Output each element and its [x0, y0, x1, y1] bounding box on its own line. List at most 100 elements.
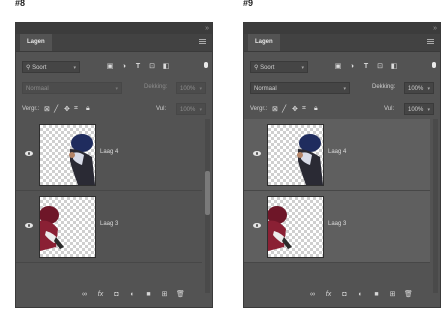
lock-artboard-icon[interactable]: ⌗: [302, 105, 306, 113]
lock-all-icon[interactable]: 🔒︎: [86, 105, 90, 113]
layers-scrollbar[interactable]: [433, 119, 438, 293]
pixel-filter-icon[interactable]: ▣: [106, 63, 114, 71]
panel-footer: ∞ fx ◘ ◐ ■ ⊞ 🗑︎: [16, 289, 212, 301]
layers-scrollbar[interactable]: [205, 119, 210, 293]
visibility-eye-icon[interactable]: [253, 223, 261, 228]
chevron-down-icon: ▾: [427, 107, 430, 113]
tab-layers[interactable]: Lagen: [20, 34, 52, 51]
tab-bar: Lagen: [244, 34, 440, 52]
link-layers-icon[interactable]: ∞: [307, 289, 318, 301]
football-player-graphic: [69, 134, 95, 185]
lock-label: Vergr.:: [250, 106, 268, 112]
layer-row[interactable]: Laag 3: [16, 191, 202, 263]
step-label: #9: [243, 0, 254, 8]
smart-object-filter-icon[interactable]: ◧: [390, 63, 398, 71]
lock-pixels-icon[interactable]: ╱: [54, 105, 58, 113]
opacity-label: Dekking:: [144, 84, 168, 90]
fill-value: 100%: [180, 107, 196, 113]
layer-name[interactable]: Laag 4: [100, 149, 118, 155]
lock-position-icon[interactable]: ✥: [292, 105, 298, 113]
fill-value: 100%: [408, 107, 424, 113]
filter-kind-label: Soort: [32, 65, 47, 71]
fill-field[interactable]: 100% ▾: [404, 103, 434, 115]
lock-transparency-icon[interactable]: ⊠: [272, 105, 278, 113]
filter-toggle[interactable]: [432, 62, 436, 68]
type-filter-icon[interactable]: T: [134, 63, 142, 71]
new-layer-icon[interactable]: ⊞: [387, 289, 398, 301]
layer-row[interactable]: Laag 3: [244, 191, 430, 263]
visibility-eye-icon[interactable]: [25, 223, 33, 228]
collapse-icon[interactable]: »: [433, 25, 437, 32]
new-adjustment-layer-icon[interactable]: ◐: [355, 289, 366, 301]
panel-menu-icon[interactable]: [427, 39, 434, 45]
chevron-down-icon: ▾: [199, 107, 202, 113]
fill-field[interactable]: 100% ▾: [176, 103, 206, 115]
filter-row: ⚲ Soort ▾ ▣ ◑ T ⊡ ◧: [244, 59, 440, 75]
layer-style-icon[interactable]: fx: [323, 289, 334, 301]
football-player-graphic: [297, 134, 323, 185]
lock-position-icon[interactable]: ✥: [64, 105, 70, 113]
new-adjustment-layer-icon[interactable]: ◐: [127, 289, 138, 301]
opacity-value: 100%: [180, 86, 196, 92]
filter-kind-dropdown[interactable]: ⚲ Soort ▾: [250, 61, 308, 73]
collapse-icon[interactable]: »: [205, 25, 209, 32]
opacity-value: 100%: [408, 86, 424, 92]
layer-name[interactable]: Laag 3: [100, 221, 118, 227]
adjustment-filter-icon[interactable]: ◑: [348, 63, 356, 71]
layer-style-icon[interactable]: fx: [95, 289, 106, 301]
adjustment-filter-icon[interactable]: ◑: [120, 63, 128, 71]
layer-row[interactable]: Laag 4: [16, 119, 202, 191]
new-layer-icon[interactable]: ⊞: [159, 289, 170, 301]
new-group-icon[interactable]: ■: [143, 289, 154, 301]
visibility-eye-icon[interactable]: [25, 151, 33, 156]
chevron-down-icon: ▾: [301, 65, 304, 71]
filter-toggle[interactable]: [204, 62, 208, 68]
pixel-filter-icon[interactable]: ▣: [334, 63, 342, 71]
link-layers-icon[interactable]: ∞: [79, 289, 90, 301]
tab-layers[interactable]: Lagen: [248, 34, 280, 51]
lock-artboard-icon[interactable]: ⌗: [74, 105, 78, 113]
new-group-icon[interactable]: ■: [371, 289, 382, 301]
layer-thumbnail: [39, 124, 96, 186]
chevron-down-icon: ▾: [427, 86, 430, 92]
filter-kind-dropdown[interactable]: ⚲ Soort ▾: [22, 61, 80, 73]
blend-mode-dropdown[interactable]: Normaal ▾: [22, 82, 122, 94]
lock-row: Vergr.: ⊠ ╱ ✥ ⌗ 🔒︎ Vul: 100% ▾: [16, 102, 212, 116]
blend-row: Normaal ▾ Dekking: 100% ▾: [16, 80, 212, 96]
layer-thumbnail: [267, 196, 324, 258]
panel-titlebar[interactable]: »: [16, 23, 212, 34]
opacity-field[interactable]: 100% ▾: [404, 82, 434, 94]
scrollbar-thumb[interactable]: [205, 171, 210, 215]
type-filter-icon[interactable]: T: [362, 63, 370, 71]
layer-thumbnail: [39, 196, 96, 258]
lock-pixels-icon[interactable]: ╱: [282, 105, 286, 113]
lock-all-icon[interactable]: 🔒︎: [314, 105, 318, 113]
layer-name[interactable]: Laag 3: [328, 221, 346, 227]
filter-row: ⚲ Soort ▾ ▣ ◑ T ⊡ ◧: [16, 59, 212, 75]
football-player-graphic: [268, 206, 292, 251]
shape-filter-icon[interactable]: ⊡: [376, 63, 384, 71]
visibility-eye-icon[interactable]: [253, 151, 261, 156]
fill-label: Vul:: [384, 106, 395, 112]
layer-row[interactable]: Laag 4: [244, 119, 430, 191]
opacity-label: Dekking:: [372, 84, 396, 90]
trash-icon[interactable]: 🗑︎: [175, 289, 186, 301]
shape-filter-icon[interactable]: ⊡: [148, 63, 156, 71]
blend-mode-dropdown[interactable]: Normaal ▾: [250, 82, 350, 94]
add-mask-icon[interactable]: ◘: [111, 289, 122, 301]
trash-icon[interactable]: 🗑︎: [403, 289, 414, 301]
layer-list: Laag 4 Laag 3: [244, 119, 440, 293]
opacity-field[interactable]: 100% ▾: [176, 82, 206, 94]
tab-bar: Lagen: [16, 34, 212, 52]
chevron-down-icon: ▾: [115, 86, 118, 92]
layer-thumbnail: [267, 124, 324, 186]
layer-name[interactable]: Laag 4: [328, 149, 346, 155]
add-mask-icon[interactable]: ◘: [339, 289, 350, 301]
lock-row: Vergr.: ⊠ ╱ ✥ ⌗ 🔒︎ Vul: 100% ▾: [244, 102, 440, 116]
chevron-down-icon: ▾: [199, 86, 202, 92]
layers-panel: » Lagen ⚲ Soort ▾ ▣ ◑ T ⊡ ◧ Normaal ▾ Dekk…: [243, 22, 441, 308]
smart-object-filter-icon[interactable]: ◧: [162, 63, 170, 71]
panel-titlebar[interactable]: »: [244, 23, 440, 34]
lock-transparency-icon[interactable]: ⊠: [44, 105, 50, 113]
panel-menu-icon[interactable]: [199, 39, 206, 45]
